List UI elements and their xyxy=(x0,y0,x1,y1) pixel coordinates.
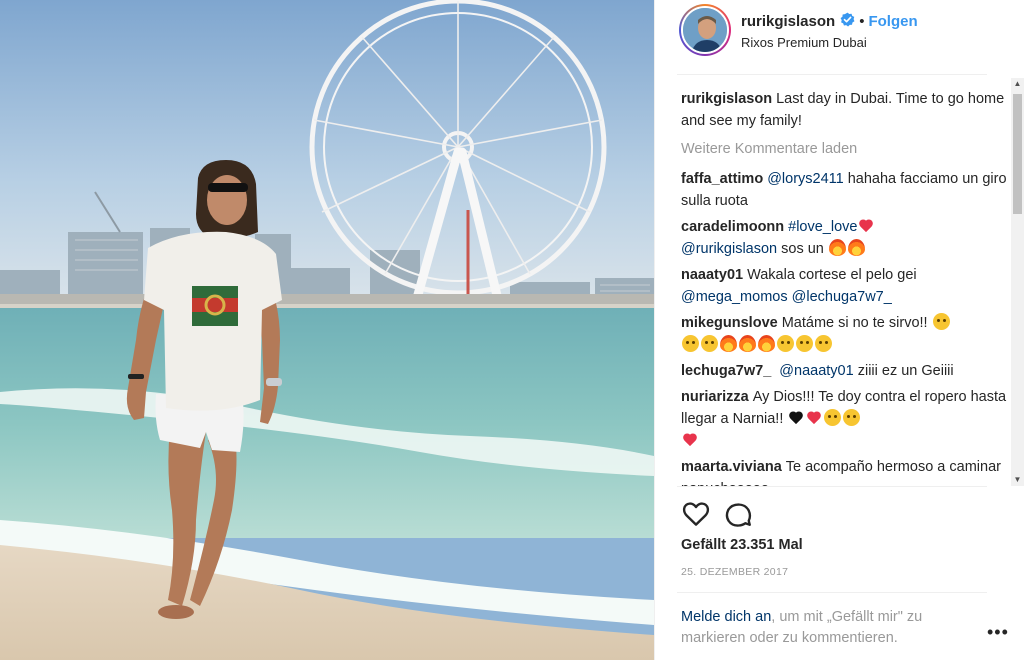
scroll-thumb[interactable] xyxy=(1013,94,1022,214)
post-date: 25. DEZEMBER 2017 xyxy=(681,566,789,578)
black-heart-emoji-icon xyxy=(788,412,804,426)
heart-emoji-icon xyxy=(806,412,822,426)
comment-username[interactable]: naaaty01 xyxy=(681,267,743,283)
heart-eyes-emoji-icon xyxy=(796,335,813,352)
like-button[interactable] xyxy=(681,499,711,529)
comment-item: caradelimoonn #love_love @rurikgislason so… xyxy=(681,216,1011,260)
comments-list[interactable]: rurikgislason Last day in Dubai. Time to … xyxy=(681,88,1011,486)
hush-face-emoji-icon xyxy=(843,409,861,426)
post-actions xyxy=(677,486,987,540)
fire-emoji-icon xyxy=(739,335,756,352)
fire-emoji-icon xyxy=(758,335,775,352)
comment-item: lechuga7w7_ @naaaty01 ziiii ez un Geiiii xyxy=(681,360,1011,382)
kiss-face-emoji-icon xyxy=(824,409,842,426)
avatar-image xyxy=(683,8,727,52)
header-username[interactable]: rurikgislason xyxy=(741,13,835,30)
login-link[interactable]: Melde dich an xyxy=(681,609,771,625)
location-link[interactable]: Rixos Premium Dubai xyxy=(741,35,867,50)
comment-item: nuriarizza Ay Dios!!! Te doy contra el ro… xyxy=(681,386,1011,452)
red-heart-emoji-icon xyxy=(858,220,874,234)
fire-emoji-icon xyxy=(828,239,846,256)
avatar[interactable] xyxy=(681,6,729,54)
verified-badge-icon xyxy=(840,12,855,31)
comment-mention[interactable]: @rurikgislason xyxy=(681,241,777,257)
heart-eyes-emoji-icon xyxy=(815,335,832,352)
post-sidebar: rurikgislason • Folgen Rixos Premium Dub… xyxy=(654,0,1024,660)
beach-photo-illustration xyxy=(0,0,654,660)
broken-heart-emoji-icon xyxy=(682,434,698,448)
comment-username[interactable]: faffa_attimo xyxy=(681,171,763,187)
load-more-comments-button[interactable]: Weitere Kommentare laden xyxy=(681,138,1011,160)
comment-hashtag[interactable]: #love_love xyxy=(788,219,857,235)
heart-outline-icon xyxy=(682,502,710,526)
comment-mention[interactable]: @naaaty01 xyxy=(779,363,853,379)
story-ring[interactable] xyxy=(679,4,731,56)
scroll-up-arrow-icon[interactable]: ▲ xyxy=(1011,78,1024,90)
post-header: rurikgislason • Folgen Rixos Premium Dub… xyxy=(677,0,987,75)
login-prompt: Melde dich an, um mit „Gefällt mir" zu m… xyxy=(677,592,987,649)
comment-button[interactable] xyxy=(723,499,753,529)
more-options-icon[interactable]: ••• xyxy=(987,622,1009,643)
follow-button[interactable]: Folgen xyxy=(868,13,917,30)
smile-emoji-icon xyxy=(682,335,699,352)
like-count[interactable]: Gefällt 23.351 Mal xyxy=(681,537,803,553)
comment-username[interactable]: caradelimoonn xyxy=(681,219,784,235)
comment-text: Wakala cortese el pelo gei xyxy=(747,267,917,283)
smile-emoji-icon xyxy=(701,335,718,352)
comment-item: mikegunslove Matáme si no te sirvo!! xyxy=(681,312,1011,356)
comment-username[interactable]: maarta.viviana xyxy=(681,459,782,475)
separator-dot: • xyxy=(859,13,865,30)
comment-text: ziiii ez un Geiiii xyxy=(853,363,954,379)
fire-emoji-icon xyxy=(720,335,737,352)
comment-mention[interactable]: @mega_momos xyxy=(681,289,788,305)
comments-scrollbar[interactable]: ▲ ▼ xyxy=(1011,78,1024,486)
scroll-down-arrow-icon[interactable]: ▼ xyxy=(1011,474,1024,486)
comment-mention[interactable]: @lechuga7w7_ xyxy=(792,289,892,305)
comment-item: maarta.viviana Te acompaño hermoso a cami… xyxy=(681,456,1011,486)
post-photo[interactable] xyxy=(0,0,654,660)
caption-username[interactable]: rurikgislason xyxy=(681,91,772,107)
fire-emoji-icon xyxy=(847,239,865,256)
comment-mention[interactable]: @lorys2411 xyxy=(767,171,844,187)
caption: rurikgislason Last day in Dubai. Time to … xyxy=(681,88,1011,132)
comment-item: faffa_attimo @lorys2411 hahaha facciamo u… xyxy=(681,168,1011,212)
comment-item: naaaty01 Wakala cortese el pelo gei @mega… xyxy=(681,264,1011,308)
comment-text: Matáme si no te sirvo!! xyxy=(781,315,928,331)
speech-bubble-icon xyxy=(725,503,752,527)
comment-username[interactable]: mikegunslove xyxy=(681,315,778,331)
yum-face-emoji-icon xyxy=(932,313,950,330)
header-user-line: rurikgislason • Folgen xyxy=(741,12,918,31)
comment-username[interactable]: nuriarizza xyxy=(681,389,749,405)
heart-eyes-emoji-icon xyxy=(777,335,794,352)
comment-username[interactable]: lechuga7w7_ xyxy=(681,363,771,379)
comment-text: sos un xyxy=(777,241,824,257)
